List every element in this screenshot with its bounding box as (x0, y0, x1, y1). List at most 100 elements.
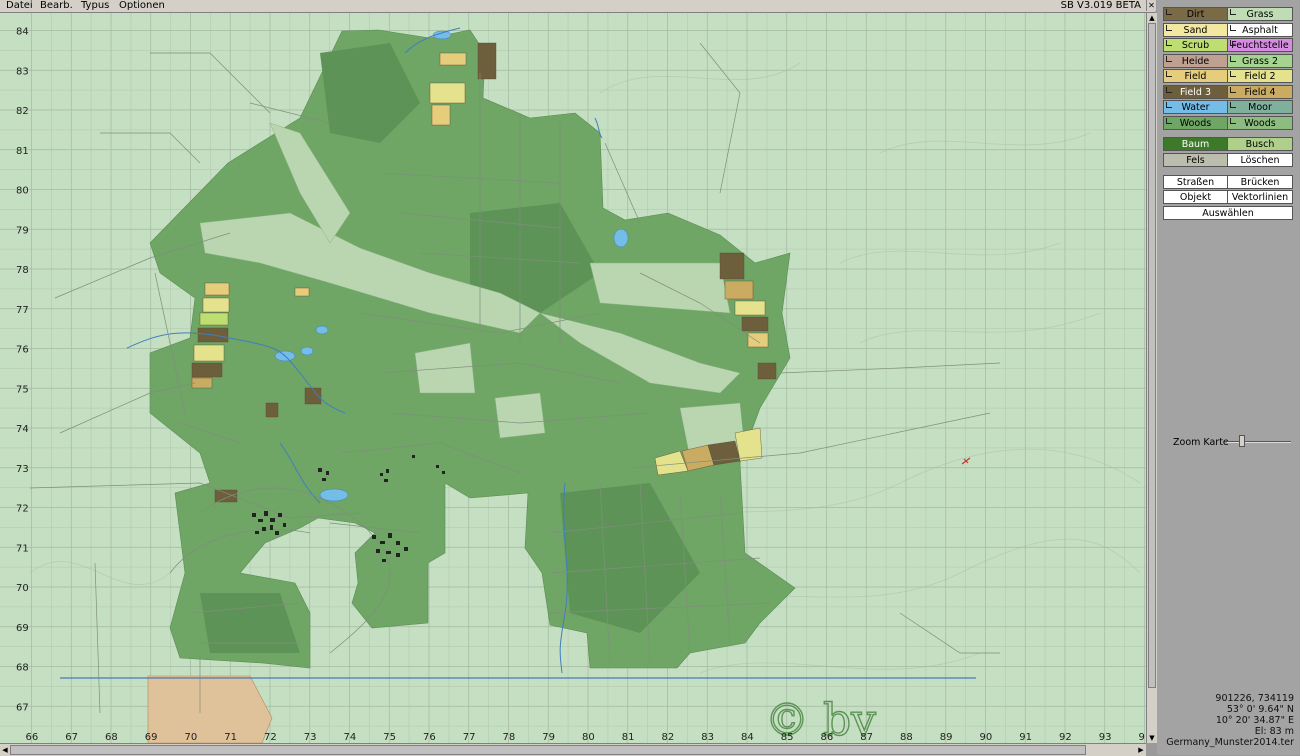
terrain-woods-button[interactable]: Woods (1163, 115, 1228, 130)
horizontal-scrollbar[interactable]: ◀ ▶ (0, 743, 1146, 756)
y-tick-label: 73 (16, 464, 29, 475)
x-tick-label: 67 (65, 732, 78, 743)
button-label: Grass (1246, 9, 1274, 20)
vertical-scroll-thumb[interactable] (1148, 23, 1156, 688)
vektorlinien-button[interactable]: Vektorlinien (1227, 190, 1293, 204)
x-tick-label: 89 (940, 732, 953, 743)
terrain-dirt-button[interactable]: Dirt (1163, 7, 1228, 21)
x-tick-label: 78 (503, 732, 516, 743)
terrain-field-4-button[interactable]: Field 4 (1227, 84, 1293, 99)
x-tick-label: 77 (463, 732, 476, 743)
corner-marker-icon (1166, 40, 1172, 46)
terrain-water-button[interactable]: Water (1163, 100, 1228, 114)
zoom-slider-thumb[interactable] (1238, 435, 1245, 447)
corner-marker-icon (1166, 102, 1172, 108)
scroll-down-icon[interactable]: ▼ (1147, 733, 1157, 743)
y-tick-label: 68 (16, 663, 29, 674)
button-label: Fels (1186, 154, 1205, 166)
terrain-grass-2-button[interactable]: Grass 2 (1227, 53, 1293, 68)
x-tick-label: 76 (423, 732, 436, 743)
button-label: Water (1181, 102, 1210, 113)
terrain-sand-button[interactable]: Sand (1163, 22, 1228, 37)
terrain-field-2-button[interactable]: Field 2 (1227, 69, 1293, 83)
x-tick-label: 88 (900, 732, 913, 743)
bruecken-button[interactable]: Brücken (1227, 175, 1293, 189)
terrain-woods-button[interactable]: Woods (1227, 115, 1293, 130)
y-tick-label: 70 (16, 583, 29, 594)
object-busch-button[interactable]: Busch (1227, 137, 1293, 151)
cursor-marker (961, 457, 971, 465)
button-label: Heide (1181, 55, 1210, 67)
y-tick-label: 78 (16, 265, 29, 276)
map-canvas[interactable]: © bv 84 83 82 81 80 79 78 77 76 75 74 73 72 71 70 69 68 6… (0, 13, 1146, 743)
y-tick-label: 69 (16, 623, 29, 634)
corner-marker-icon (1230, 86, 1236, 93)
file-name: Germany_Munster2014.ter (1166, 737, 1294, 748)
button-label: Field 4 (1244, 86, 1276, 98)
x-tick-label: 86 (821, 732, 834, 743)
button-label: Feuchtstelle (1231, 40, 1289, 51)
terrain-asphalt-button[interactable]: Asphalt (1227, 22, 1293, 37)
scroll-right-icon[interactable]: ▶ (1136, 744, 1146, 756)
latitude: 53° 0' 9.64" N (1226, 704, 1294, 715)
terrain-field-button[interactable]: Field (1163, 69, 1228, 83)
x-tick-label: 70 (185, 732, 198, 743)
x-tick-label: 79 (542, 732, 555, 743)
terrain-field-3-button[interactable]: Field 3 (1163, 84, 1228, 99)
button-label: Löschen (1240, 154, 1280, 166)
terrain-scrub-button[interactable]: Scrub (1163, 38, 1228, 52)
button-label: Field 2 (1244, 71, 1276, 82)
objekt-button[interactable]: Objekt (1163, 190, 1228, 204)
corner-marker-icon (1166, 117, 1172, 124)
y-tick-label: 84 (16, 27, 29, 38)
x-tick-label: 81 (622, 732, 635, 743)
elevation: El: 83 m (1254, 726, 1294, 737)
y-tick-label: 67 (16, 702, 29, 713)
zoom-label: Zoom Karte (1173, 437, 1229, 448)
tool-panel: Dirt Grass Sand Asphalt Scrub Feuchtstelle Hei… (1157, 0, 1300, 755)
version-label: SB V3.019 BETA (1060, 0, 1141, 11)
y-tick-label: 81 (16, 146, 29, 157)
x-tick-label: 83 (701, 732, 714, 743)
y-tick-label: 76 (16, 345, 29, 356)
y-tick-label: 72 (16, 504, 29, 515)
button-label: Field (1184, 71, 1207, 82)
scroll-up-icon[interactable]: ▲ (1147, 13, 1157, 23)
vertical-scrollbar[interactable]: ▲ ▼ (1146, 13, 1157, 743)
menu-typus[interactable]: Typus (81, 0, 109, 12)
object-baum-button[interactable]: Baum (1163, 137, 1228, 151)
corner-marker-icon (1166, 86, 1172, 93)
x-tick-label: 71 (224, 732, 237, 743)
terrain-feuchtstelle-button[interactable]: Feuchtstelle (1227, 38, 1293, 52)
terrain-grass-button[interactable]: Grass (1227, 7, 1293, 21)
corner-marker-icon (1230, 55, 1236, 62)
object-löschen-button[interactable]: Löschen (1227, 152, 1293, 167)
terrain-heide-button[interactable]: Heide (1163, 53, 1228, 68)
button-label: Busch (1245, 139, 1275, 150)
menu-datei[interactable]: Datei (6, 0, 33, 12)
corner-marker-icon (1166, 55, 1172, 62)
corner-marker-icon (1166, 24, 1172, 31)
button-label: Woods (1244, 117, 1276, 129)
zoom-slider-track[interactable] (1227, 441, 1291, 443)
menu-bearb[interactable]: Bearb. (40, 0, 73, 12)
menu-optionen[interactable]: Optionen (119, 0, 165, 12)
button-label: Woods (1179, 117, 1212, 129)
scroll-left-icon[interactable]: ◀ (0, 744, 10, 756)
x-tick-label: 72 (264, 732, 277, 743)
menubar: Datei Bearb. Typus Optionen SB V3.019 BE… (0, 0, 1155, 13)
corner-marker-icon (1230, 102, 1236, 108)
object-fels-button[interactable]: Fels (1163, 152, 1228, 167)
corner-marker-icon (1230, 24, 1236, 31)
auswaehlen-button[interactable]: Auswählen (1163, 206, 1293, 220)
map-coordinates: 901226, 734119 (1215, 693, 1294, 704)
y-tick-label: 82 (16, 106, 29, 117)
x-tick-label: 93 (1099, 732, 1112, 743)
y-tick-label: 75 (16, 384, 29, 395)
terrain-moor-button[interactable]: Moor (1227, 100, 1293, 114)
x-tick-label: 82 (662, 732, 675, 743)
horizontal-scroll-thumb[interactable] (10, 745, 1086, 755)
close-icon[interactable]: ✕ (1146, 0, 1156, 11)
strassen-button[interactable]: Straßen (1163, 175, 1228, 189)
x-tick-label: 84 (741, 732, 754, 743)
